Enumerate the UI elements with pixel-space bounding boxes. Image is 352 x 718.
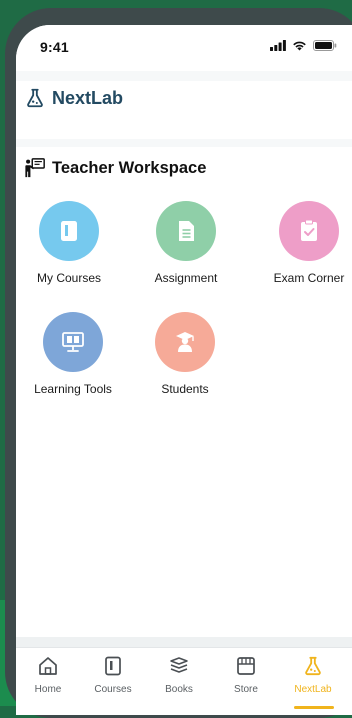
active-tab-indicator: [294, 706, 334, 709]
tab-label: NextLab: [294, 684, 332, 695]
monitor-book-icon: [62, 332, 84, 352]
status-time: 9:41: [40, 39, 69, 55]
wifi-icon: [293, 41, 306, 51]
tile-students[interactable]: Students: [130, 312, 240, 396]
tab-label: Store: [234, 684, 258, 695]
tile-exam-corner[interactable]: Exam Corner: [254, 201, 352, 285]
phone-frame: 9:41 NextLab Teacher Workspace My Course…: [5, 8, 352, 718]
side-button: [8, 153, 14, 183]
store-icon: [237, 657, 255, 675]
tile-label: Assignment: [154, 271, 218, 285]
books-stack-icon: [170, 657, 188, 673]
status-bar: 9:41: [16, 25, 352, 71]
tile-icon-circle: [43, 312, 103, 372]
tile-icon-circle: [156, 201, 216, 261]
document-icon: [179, 221, 194, 241]
tile-label: Exam Corner: [273, 271, 345, 285]
tab-label: Books: [165, 684, 193, 695]
tab-nextlab[interactable]: NextLab: [283, 656, 343, 695]
flask-icon: [27, 88, 43, 108]
tile-icon-circle: [39, 201, 99, 261]
status-icons: [270, 40, 337, 51]
tab-home[interactable]: Home: [18, 656, 78, 695]
clipboard-check-icon: [301, 219, 317, 241]
tab-label: Home: [34, 684, 62, 695]
tile-my-courses[interactable]: My Courses: [16, 201, 124, 285]
tile-icon-circle: [155, 312, 215, 372]
tile-label: Learning Tools: [34, 382, 112, 396]
tab-courses[interactable]: Courses: [83, 656, 143, 695]
tile-learning-tools[interactable]: Learning Tools: [18, 312, 128, 396]
battery-icon: [313, 40, 337, 51]
brand-name: NextLab: [52, 87, 124, 108]
book-icon: [61, 221, 77, 241]
teacher-board-icon: [25, 158, 45, 178]
home-icon: [39, 657, 57, 675]
section-title: Teacher Workspace: [24, 157, 206, 179]
brand[interactable]: NextLab: [24, 87, 123, 109]
bottom-tab-bar: Home Courses Books Store NextLab: [16, 647, 352, 715]
book-icon: [105, 656, 121, 676]
cellular-signal-icon: [270, 40, 286, 51]
tile-icon-circle: [279, 201, 339, 261]
divider: [16, 637, 352, 647]
tile-label: My Courses: [36, 271, 101, 285]
tab-books[interactable]: Books: [149, 656, 209, 695]
tile-assignment[interactable]: Assignment: [131, 201, 241, 285]
flask-icon: [305, 656, 321, 676]
tab-store[interactable]: Store: [216, 656, 276, 695]
side-button: [8, 208, 14, 263]
tab-label: Courses: [94, 684, 132, 695]
phone-screen: 9:41 NextLab Teacher Workspace My Course…: [16, 25, 352, 715]
section-title-text: Teacher Workspace: [52, 158, 207, 177]
tile-label: Students: [161, 382, 209, 396]
graduate-icon: [176, 332, 194, 352]
